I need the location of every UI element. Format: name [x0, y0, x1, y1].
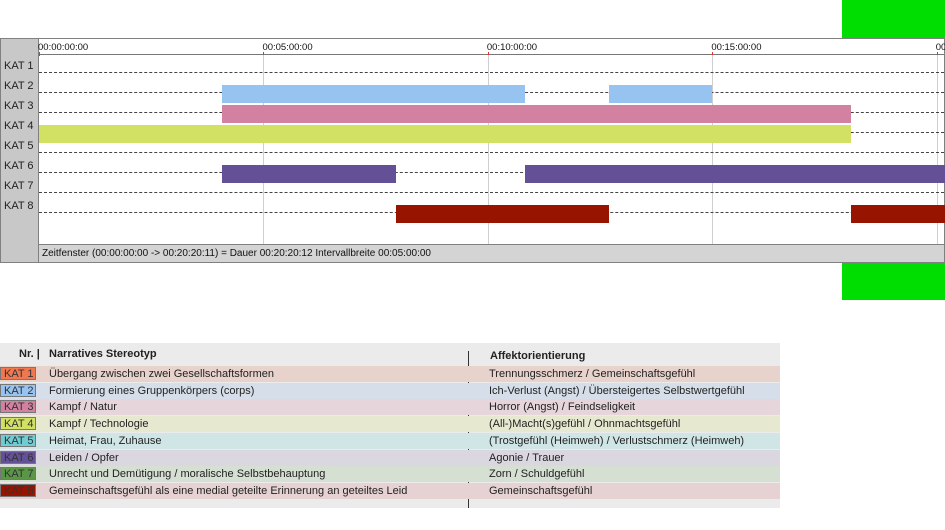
category-label: KAT 1 — [4, 60, 34, 72]
legend-stereotype: Kampf / Natur — [49, 401, 117, 414]
green-marker-bottom — [842, 263, 945, 300]
green-marker-top — [842, 0, 945, 38]
row-guide-line — [39, 72, 944, 73]
time-gridline — [263, 55, 265, 244]
row-guide-line — [39, 152, 944, 153]
legend-category-code: KAT 4 — [0, 417, 36, 431]
category-label: KAT 6 — [4, 160, 34, 172]
legend-stereotype: Kampf / Technologie — [49, 418, 149, 431]
timeline-segment[interactable] — [221, 105, 851, 123]
legend-affect: Trennungsschmerz / Gemeinschaftsgefühl — [489, 368, 696, 380]
category-label: KAT 3 — [4, 100, 34, 112]
legend-affect: Zorn / Schuldgefühl — [489, 468, 585, 481]
timeline-plot[interactable]: 00:00:00:00 00:05:00:00 00:10:00:00 00:15:0… — [38, 39, 945, 262]
legend-stereotype: Übergang zwischen zwei Gesellschaftsform… — [49, 368, 274, 380]
time-tick-label: 00:10:00:00 — [486, 42, 538, 53]
time-gridline — [712, 55, 714, 244]
legend-row: KAT 6 Leiden / Opfer Agonie / Trauer — [0, 449, 780, 466]
legend-row: KAT 5 Heimat, Frau, Zuhause (Trostgefühl (… — [0, 432, 780, 449]
timeline-segment[interactable] — [395, 205, 610, 223]
time-tick-label: 00:05:00:00 — [262, 42, 313, 53]
legend-category-code: KAT 7 — [0, 467, 36, 481]
legend-row: KAT 4 Kampf / Technologie (All-)Macht(s)ge… — [0, 416, 780, 433]
legend-category-code: KAT 6 — [0, 450, 36, 464]
timeline-segment[interactable] — [609, 85, 713, 103]
legend-stereotype: Formierung eines Gruppenkörpers (corps) — [49, 384, 255, 397]
legend-header-stereotype: Narratives Stereotyp — [49, 348, 157, 360]
legend-stereotype: Leiden / Opfer — [49, 451, 119, 464]
legend-table: Nr. | Narratives Stereotyp Affektorienti… — [0, 343, 780, 508]
timeline-segment[interactable] — [525, 165, 945, 183]
timeline-panel: KAT 1 KAT 2 KAT 3 KAT 4 KAT 5 KAT 6 KAT 7 KAT 8… — [0, 38, 945, 263]
legend-category-code: KAT 8 — [0, 483, 36, 497]
legend-row: KAT 7 Unrecht und Demütigung / moralische… — [0, 466, 780, 483]
legend-header-affect: Affektorientierung — [490, 350, 586, 362]
timeline-segment[interactable] — [221, 85, 526, 103]
status-bar: Zeitfenster (00:00:00:00 -> 00:20:20:11)… — [39, 244, 944, 262]
time-ruler[interactable]: 00:00:00:00 00:05:00:00 00:10:00:00 00:15:0… — [38, 39, 945, 56]
legend-affect: Agonie / Trauer — [489, 451, 565, 464]
row-guide-line — [39, 192, 944, 193]
legend-row: KAT 2 Formierung eines Gruppenkörpers (co… — [0, 382, 780, 399]
timeline-segment[interactable] — [39, 125, 851, 143]
legend-affect: Horror (Angst) / Feindseligkeit — [489, 401, 636, 414]
category-label: KAT 4 — [4, 120, 34, 132]
timeline-segment[interactable] — [850, 205, 945, 223]
legend-category-code: KAT 1 — [0, 367, 36, 380]
legend-stereotype: Heimat, Frau, Zuhause — [49, 434, 162, 447]
legend-stereotype: Gemeinschaftsgefühl als eine medial gete… — [49, 484, 408, 497]
legend-row: KAT 3 Kampf / Natur Horror (Angst) / Feind… — [0, 399, 780, 416]
legend-category-code: KAT 2 — [0, 383, 36, 397]
legend-category-code: KAT 5 — [0, 433, 36, 447]
legend-row: KAT 1 Übergang zwischen zwei Gesellschaft… — [0, 366, 780, 382]
category-label: KAT 8 — [4, 200, 34, 212]
category-label: KAT 5 — [4, 140, 34, 152]
timeline-segment[interactable] — [221, 165, 396, 183]
legend-affect: Ich-Verlust (Angst) / Übersteigertes Sel… — [489, 384, 745, 397]
category-labels: KAT 1 KAT 2 KAT 3 KAT 4 KAT 5 KAT 6 KAT 7 KAT 8 — [1, 39, 37, 262]
time-tick-label: 00:00:00:00 — [38, 42, 89, 53]
time-tick-label: 00:15:00:00 — [711, 42, 762, 53]
legend-affect: Gemeinschaftsgefühl — [489, 484, 593, 497]
time-tick-mark — [39, 52, 40, 56]
legend-category-code: KAT 3 — [0, 400, 36, 414]
legend-row: KAT 8 Gemeinschaftsgefühl als eine medial… — [0, 482, 780, 499]
category-label: KAT 7 — [4, 180, 34, 192]
category-label: KAT 2 — [4, 80, 34, 92]
legend-affect: (Trostgefühl (Heimweh) / Verlustschmerz … — [489, 434, 745, 447]
legend-affect: (All-)Macht(s)gefühl / Ohnmachtsgefühl — [489, 418, 681, 431]
legend-stereotype: Unrecht und Demütigung / moralische Selb… — [49, 468, 326, 481]
legend-header-nr: Nr. | — [19, 348, 40, 360]
